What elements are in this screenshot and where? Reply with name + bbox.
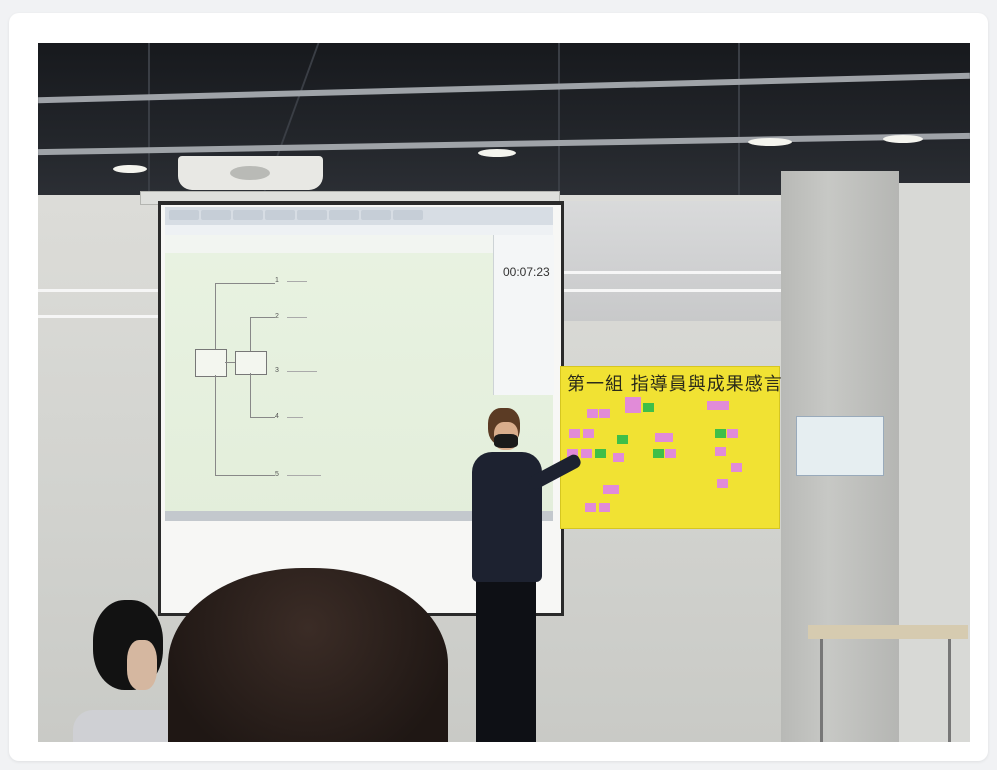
browser-tab <box>393 210 423 220</box>
sticky-note <box>643 403 654 412</box>
sticky-note <box>717 479 728 488</box>
ceiling-light <box>883 135 923 143</box>
mindmap-label <box>287 371 317 372</box>
presenter <box>468 408 583 742</box>
sticky-note <box>653 449 664 458</box>
countdown-timer: 00:07:23 <box>503 265 550 279</box>
presenter-mask <box>494 434 518 448</box>
mindmap-label <box>287 417 303 418</box>
mindmap-connector <box>250 317 251 351</box>
side-panel <box>493 235 554 395</box>
sticky-note <box>707 401 729 410</box>
audience-member-front <box>168 568 448 742</box>
sticky-note <box>715 447 726 456</box>
right-wall <box>899 183 970 742</box>
sticky-note <box>581 449 592 458</box>
presenter-jacket <box>472 452 542 582</box>
sticky-note <box>595 449 606 458</box>
poster-title: 第一組 指導員與成果感言 <box>567 374 783 395</box>
presenter-legs <box>476 578 536 742</box>
ceiling-beam <box>38 72 970 104</box>
mindmap-node-number: 5 <box>275 471 279 478</box>
sticky-note <box>599 409 610 418</box>
ceiling-light <box>748 138 792 146</box>
light-reflection <box>553 289 781 292</box>
table-leg <box>948 639 951 742</box>
mindmap-connector <box>215 283 275 284</box>
mindmap-node-number: 1 <box>275 277 279 284</box>
browser-tabs <box>165 207 553 225</box>
sticky-note <box>727 429 738 438</box>
window-glass <box>553 201 781 321</box>
mindmap-connector <box>225 362 235 363</box>
ceiling-light <box>113 165 147 173</box>
browser-tab <box>329 210 359 220</box>
sticky-note <box>731 463 742 472</box>
mindmap-node <box>235 351 267 375</box>
mindmap-node-number: 2 <box>275 313 279 320</box>
mindmap-connector <box>215 375 216 475</box>
browser-tab <box>361 210 391 220</box>
mindmap-connector <box>215 283 216 349</box>
ceiling-projector <box>178 156 323 190</box>
mindmap-connector <box>250 317 275 318</box>
side-table <box>808 625 968 639</box>
mindmap-connector <box>215 475 275 476</box>
sticky-note <box>625 397 641 413</box>
sticky-note <box>655 433 673 442</box>
browser-tab <box>297 210 327 220</box>
browser-tab <box>169 210 199 220</box>
browser-tab <box>233 210 263 220</box>
sticky-note <box>715 429 726 438</box>
light-reflection <box>38 315 158 318</box>
sticky-note <box>569 429 580 438</box>
yellow-poster: 第一組 指導員與成果感言 <box>560 366 783 529</box>
audience-face <box>127 640 157 690</box>
ceiling-grid <box>148 43 150 205</box>
mindmap-label <box>287 475 321 476</box>
sticky-note <box>585 503 596 512</box>
wall-notice <box>796 416 884 476</box>
browser-url-bar <box>165 225 553 235</box>
mindmap-node-number: 4 <box>275 413 279 420</box>
light-reflection <box>553 271 781 274</box>
ceiling-light <box>478 149 516 157</box>
classroom-photo: 00:07:23 1 2 3 4 5 第一組 指導員與成果感言 <box>38 43 970 742</box>
sticky-note <box>583 429 594 438</box>
ceiling-grid <box>738 43 740 205</box>
mindmap-connector <box>250 417 275 418</box>
sticky-note <box>599 503 610 512</box>
mindmap-label <box>287 281 307 282</box>
mindmap-label <box>287 317 307 318</box>
mindmap-root-node <box>195 349 227 377</box>
sticky-note <box>665 449 676 458</box>
browser-tab <box>265 210 295 220</box>
sticky-note <box>603 485 619 494</box>
sticky-note <box>617 435 628 444</box>
browser-tab <box>201 210 231 220</box>
light-reflection <box>38 289 158 292</box>
mindmap-node-number: 3 <box>275 367 279 374</box>
mindmap-connector <box>250 373 251 417</box>
table-leg <box>820 639 823 742</box>
sticky-note <box>587 409 598 418</box>
ceiling-grid <box>558 43 560 205</box>
sticky-note <box>613 453 624 462</box>
board-toolbar <box>165 235 493 253</box>
